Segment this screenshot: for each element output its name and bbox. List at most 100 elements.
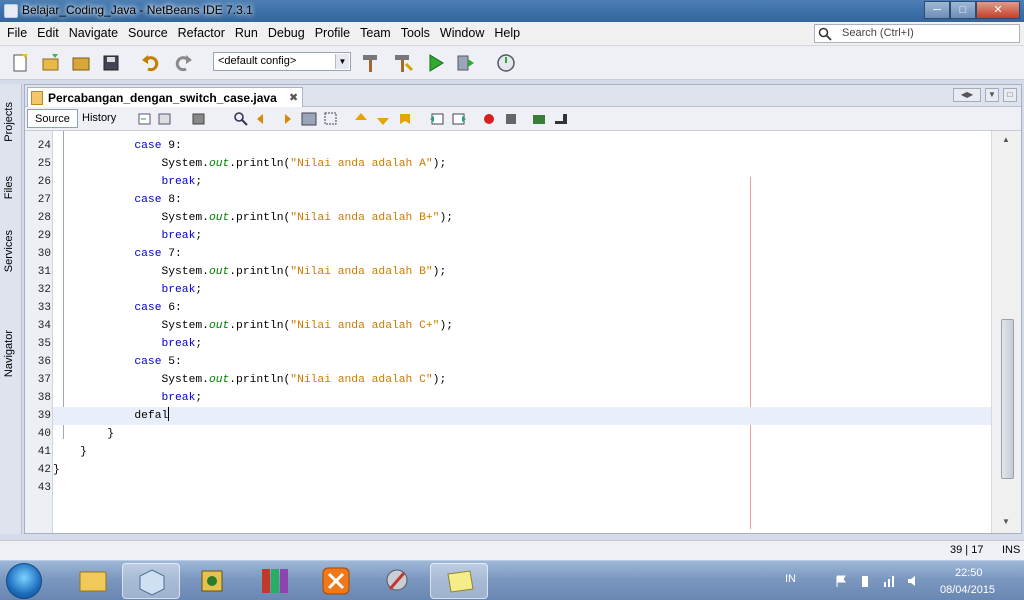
code-line[interactable]: break; [53, 173, 991, 191]
start-button[interactable] [6, 563, 42, 599]
next-bookmark-icon[interactable] [375, 111, 391, 127]
code-line[interactable]: break; [53, 389, 991, 407]
file-tab[interactable]: Percabangan_dengan_switch_case.java ✖ [27, 87, 303, 108]
history-tab[interactable]: History [75, 109, 123, 128]
clock-date[interactable]: 08/04/2015 [940, 584, 995, 596]
tab-files[interactable]: Files [3, 176, 19, 199]
network-icon[interactable] [882, 574, 896, 588]
code-editor[interactable]: case 9: System.out.println("Nilai anda a… [53, 131, 991, 533]
uncomment-icon[interactable] [553, 111, 569, 127]
code-line[interactable]: } [53, 443, 991, 461]
menu-run[interactable]: Run [230, 26, 263, 40]
new-file-icon[interactable] [10, 52, 32, 74]
code-token: "Nilai anda adalah C" [290, 374, 433, 386]
tab-navigator[interactable]: Navigator [3, 330, 19, 377]
clean-build-icon[interactable] [392, 52, 414, 74]
close-button[interactable]: ✕ [976, 1, 1020, 19]
code-line[interactable]: break; [53, 335, 991, 353]
netbeans-taskbar-icon[interactable] [122, 563, 180, 599]
toggle-highlight-icon[interactable] [301, 111, 317, 127]
code-line[interactable]: case 7: [53, 245, 991, 263]
search-box[interactable]: Search (Ctrl+I) [814, 24, 1020, 43]
code-line[interactable]: } [53, 461, 991, 479]
stop-macro-icon[interactable] [503, 111, 519, 127]
winrar-taskbar-icon[interactable] [246, 563, 304, 599]
menu-file[interactable]: File [2, 26, 32, 40]
undo-icon[interactable] [140, 52, 162, 74]
power-icon[interactable] [858, 574, 872, 588]
save-all-icon[interactable] [100, 52, 122, 74]
minimize-button[interactable]: ─ [924, 1, 950, 19]
find-next-icon[interactable] [277, 111, 293, 127]
maximize-editor-icon[interactable]: □ [1003, 88, 1017, 102]
scrollbar-thumb[interactable] [1001, 319, 1014, 479]
netbeans-app-icon[interactable] [4, 4, 18, 18]
menu-navigate[interactable]: Navigate [64, 26, 123, 40]
menu-refactor[interactable]: Refactor [173, 26, 230, 40]
find-previous-icon[interactable] [255, 111, 271, 127]
network-tool-taskbar-icon[interactable] [184, 563, 242, 599]
code-line[interactable]: System.out.println("Nilai anda adalah B"… [53, 263, 991, 281]
menu-window[interactable]: Window [435, 26, 489, 40]
flag-icon[interactable] [834, 574, 848, 588]
code-line[interactable]: case 9: [53, 137, 991, 155]
build-hammer-icon[interactable] [360, 52, 382, 74]
code-line[interactable]: System.out.println("Nilai anda adalah B+… [53, 209, 991, 227]
current-code-line[interactable]: defal [53, 407, 991, 425]
code-line[interactable]: break; [53, 227, 991, 245]
language-indicator[interactable]: IN [785, 573, 796, 585]
forward-icon[interactable] [157, 111, 173, 127]
explorer-taskbar-icon[interactable] [64, 563, 122, 599]
maximize-button[interactable]: □ [950, 1, 976, 19]
menu-team[interactable]: Team [355, 26, 396, 40]
start-macro-icon[interactable] [481, 111, 497, 127]
scroll-tabs-icon[interactable]: ◀▶ [953, 88, 981, 102]
comment-icon[interactable] [531, 111, 547, 127]
code-line[interactable] [53, 479, 991, 497]
code-line[interactable]: System.out.println("Nilai anda adalah C+… [53, 317, 991, 335]
xampp-taskbar-icon[interactable] [308, 563, 366, 599]
code-line[interactable]: case 5: [53, 353, 991, 371]
source-tab[interactable]: Source [27, 109, 78, 128]
tool-taskbar-icon[interactable] [368, 563, 426, 599]
new-project-icon[interactable] [40, 52, 62, 74]
menu-source[interactable]: Source [123, 26, 173, 40]
vertical-scrollbar[interactable]: ▲ ▼ [991, 131, 1021, 533]
tab-services[interactable]: Services [3, 230, 19, 272]
previous-bookmark-icon[interactable] [353, 111, 369, 127]
code-line[interactable]: System.out.println("Nilai anda adalah C"… [53, 371, 991, 389]
menu-help[interactable]: Help [489, 26, 525, 40]
scroll-down-icon[interactable]: ▼ [1002, 517, 1010, 526]
code-line[interactable]: System.out.println("Nilai anda adalah A"… [53, 155, 991, 173]
menu-tools[interactable]: Tools [396, 26, 435, 40]
debug-icon[interactable] [455, 52, 477, 74]
clock-time[interactable]: 22:50 [955, 567, 983, 579]
main-toolbar: <default config> ▼ [0, 46, 1024, 80]
config-dropdown[interactable]: <default config> ▼ [213, 52, 351, 71]
close-tab-icon[interactable]: ✖ [289, 91, 298, 104]
chevron-down-icon[interactable]: ▼ [985, 88, 999, 102]
find-icon[interactable] [233, 111, 249, 127]
toggle-bookmark-icon[interactable] [397, 111, 413, 127]
shift-right-icon[interactable] [451, 111, 467, 127]
code-line[interactable]: break; [53, 281, 991, 299]
menu-debug[interactable]: Debug [263, 26, 310, 40]
code-line[interactable]: case 8: [53, 191, 991, 209]
volume-icon[interactable] [906, 574, 920, 588]
rectangular-selection-icon[interactable] [323, 111, 339, 127]
profile-icon[interactable] [495, 52, 517, 74]
side-dock: Projects Files Services Navigator [0, 84, 22, 534]
menu-profile[interactable]: Profile [310, 26, 355, 40]
sticky-notes-taskbar-icon[interactable] [430, 563, 488, 599]
open-project-icon[interactable] [70, 52, 92, 74]
redo-icon[interactable] [172, 52, 194, 74]
shift-left-icon[interactable] [429, 111, 445, 127]
scroll-up-icon[interactable]: ▲ [1002, 135, 1010, 144]
run-icon[interactable] [425, 52, 447, 74]
code-line[interactable]: case 6: [53, 299, 991, 317]
tab-projects[interactable]: Projects [3, 102, 19, 142]
last-edit-icon[interactable] [191, 111, 207, 127]
code-line[interactable]: } [53, 425, 991, 443]
back-icon[interactable] [137, 111, 153, 127]
menu-edit[interactable]: Edit [32, 26, 64, 40]
